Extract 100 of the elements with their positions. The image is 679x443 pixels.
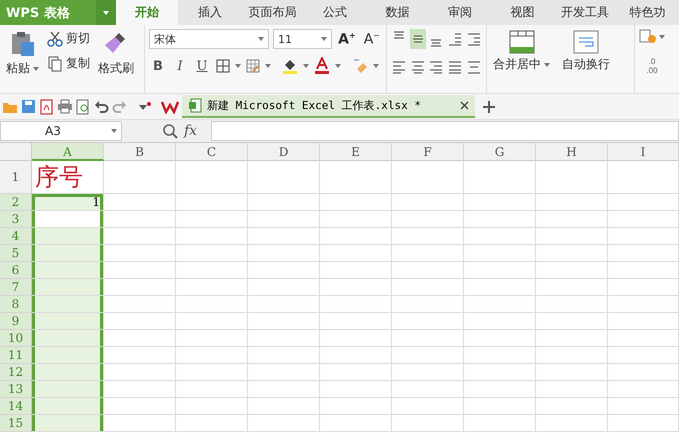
table-cell [608,161,679,194]
row-header[interactable]: 14 [0,398,32,415]
align-lines-icon [448,32,462,46]
name-box[interactable]: A3 [0,121,122,141]
column-header[interactable]: F [392,143,464,161]
dropdown-caret-icon [111,129,117,133]
row-header[interactable]: 2 [0,194,32,211]
table-cell [176,279,248,296]
cut-button[interactable]: 剪切 [45,29,92,48]
table-cell [104,347,176,364]
ribbon-tab[interactable]: 开始 [116,0,178,25]
row-header[interactable]: 3 [0,211,32,228]
row-header[interactable]: 4 [0,228,32,245]
table-cell [464,415,536,432]
app-menu-dropdown[interactable] [96,0,116,25]
document-tab[interactable]: 新建 Microsoft Excel 工作表.xlsx * [182,95,475,118]
table-cell [320,330,392,347]
borders-button[interactable] [215,58,231,74]
row-header[interactable]: 9 [0,313,32,330]
table-cell [392,415,464,432]
column-header[interactable]: C [176,143,248,161]
column-header[interactable]: D [248,143,320,161]
wrap-text-button[interactable]: 自动换行 [560,29,612,74]
align-lines-icon [466,60,481,74]
table-cell [392,313,464,330]
row-header[interactable]: 10 [0,330,32,347]
ribbon-tab[interactable]: 插入 [178,0,242,25]
column-header[interactable]: G [464,143,536,161]
export-pdf-button[interactable] [39,98,54,114]
align-lines-icon [429,60,444,74]
row-header[interactable]: 11 [0,347,32,364]
print-button[interactable] [57,99,73,114]
ribbon-tab[interactable]: 审阅 [428,0,492,25]
cell-style-button[interactable] [245,58,261,74]
ribbon-tab[interactable]: 数据 [366,0,429,25]
redo-icon [112,100,127,114]
align-lines-icon [448,60,462,74]
formula-input-field[interactable] [211,121,679,141]
row-header[interactable]: 5 [0,245,32,262]
table-cell [608,262,679,279]
ribbon-tab[interactable]: 公式 [304,0,366,25]
row-header[interactable]: 13 [0,381,32,398]
insert-function-button[interactable]: fx [184,123,198,139]
row-header[interactable]: 1 [0,161,32,194]
column-header[interactable]: H [536,143,608,161]
column-header[interactable]: A [32,143,104,161]
table-cell [608,211,679,228]
increase-font-size-button[interactable]: A$^{+}$ [336,30,358,48]
italic-button[interactable]: I [171,58,189,74]
table-cell [248,279,320,296]
save-button[interactable] [21,99,36,114]
table-cell [536,228,608,245]
table-cell [176,262,248,279]
zoom-magnifier-icon[interactable] [162,123,178,139]
bold-button[interactable]: B [149,58,167,74]
row-header[interactable]: 8 [0,296,32,313]
increase-decimal-button[interactable]: .0 .00 [639,57,665,75]
dropdown-caret-icon [321,37,328,41]
format-painter-button[interactable]: 格式刷 [96,29,136,89]
table-cell [536,194,608,211]
paint-bucket-icon [281,57,299,75]
paste-button[interactable]: 粘贴 [4,29,41,89]
table-cell [608,245,679,262]
font-name-field[interactable]: 宋体 [149,29,270,49]
table-cell [176,211,248,228]
row-header[interactable]: 6 [0,262,32,279]
ribbon-tab[interactable]: 视图 [491,0,554,25]
table-cell [464,211,536,228]
close-icon[interactable] [460,101,469,110]
ribbon-tab[interactable]: 页面布局 [241,0,304,25]
decrease-font-size-button[interactable]: A$^{−}$ [362,30,382,48]
table-cell [320,262,392,279]
table-cell [248,194,320,211]
column-header[interactable]: I [608,143,679,161]
column-header[interactable]: E [320,143,392,161]
table-cell [464,296,536,313]
plus-icon [482,100,496,114]
new-tab-button[interactable] [482,100,496,114]
undo-button[interactable] [94,100,109,114]
vertical-align-button[interactable] [410,29,426,49]
row-header[interactable]: 7 [0,279,32,296]
row-header[interactable]: 12 [0,364,32,381]
customize-toolbar-button[interactable] [138,100,152,112]
ribbon-tab[interactable]: 开发工具 [554,0,616,25]
table-cell [392,364,464,381]
merge-center-button[interactable]: 合并居中 [491,29,552,74]
ribbon-tab[interactable]: 特色功 [616,0,679,25]
table-cell [608,228,679,245]
table-cell [536,211,608,228]
column-header[interactable]: B [104,143,176,161]
table-cell [320,381,392,398]
table-cell [320,296,392,313]
row-header[interactable]: 15 [0,415,32,432]
copy-button[interactable]: 复制 [45,54,92,73]
font-color-button[interactable] [313,57,331,75]
fill-color-button[interactable] [281,57,299,75]
font-size-field[interactable]: 11 [273,29,332,49]
align-lines-icon [410,60,425,74]
underline-button[interactable]: U [193,58,211,74]
table-cell [104,313,176,330]
